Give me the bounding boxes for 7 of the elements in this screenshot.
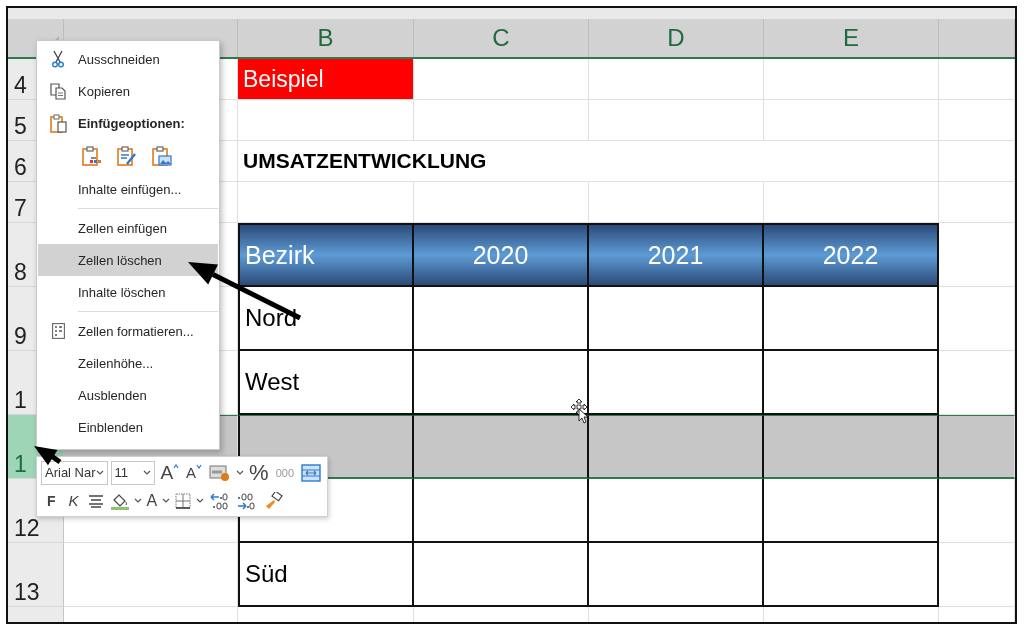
sheet-title: UMSATZENTWICKLUNG bbox=[238, 141, 589, 182]
table-cell: Beispiel bbox=[238, 59, 414, 100]
table-cell: Süd bbox=[238, 543, 414, 607]
table-header-cell: 2022 bbox=[764, 223, 939, 287]
table-header-cell: 2020 bbox=[414, 223, 589, 287]
table-header-cell: 2021 bbox=[589, 223, 764, 287]
table-header-cell: Bezirk bbox=[238, 223, 414, 287]
